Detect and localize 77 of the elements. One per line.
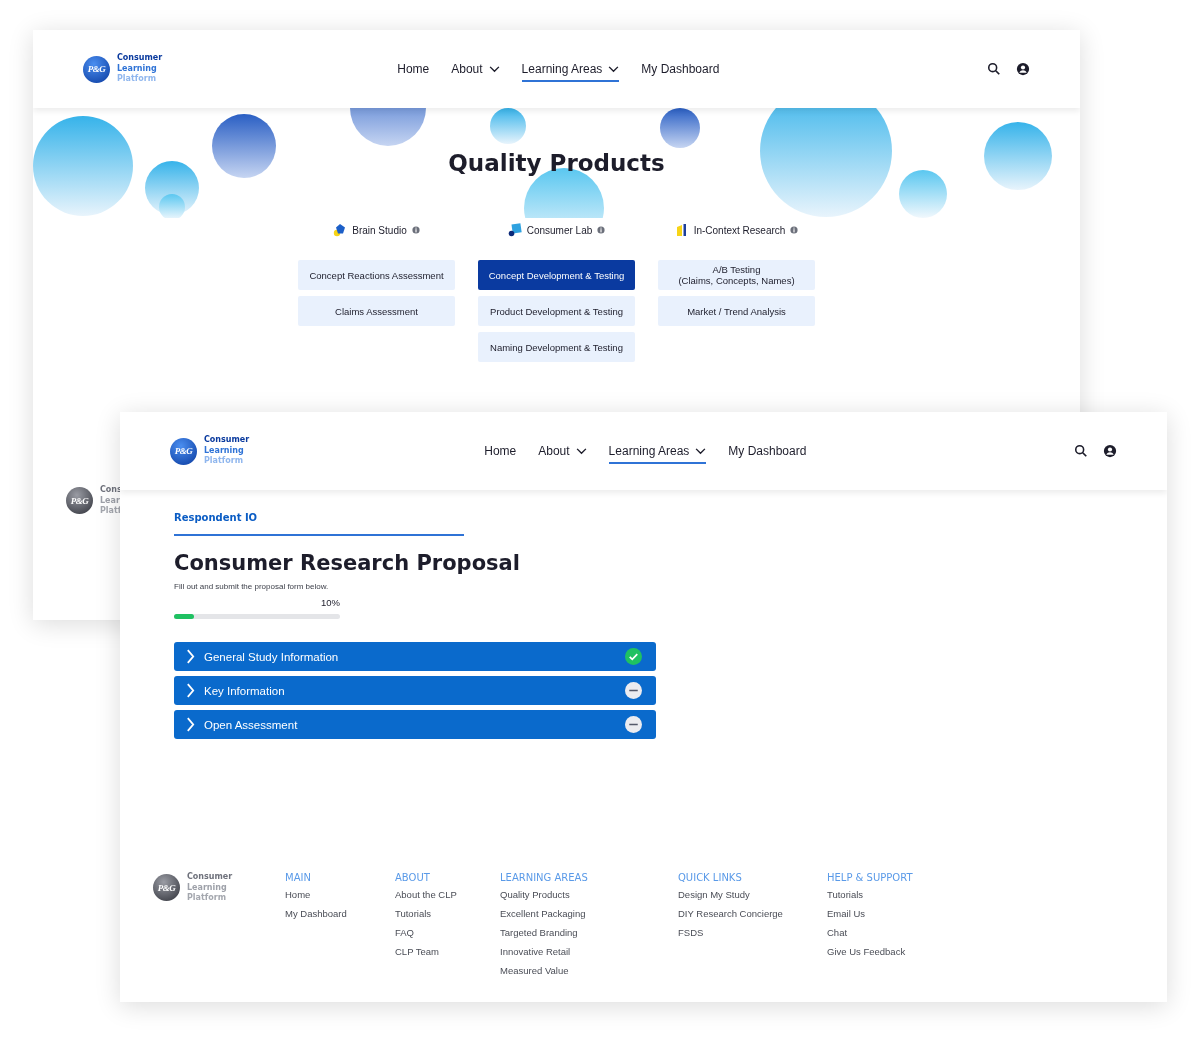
option-button[interactable]: Claims Assessment: [298, 296, 455, 326]
footer-link[interactable]: Home: [285, 888, 395, 902]
logo-text: Learning: [117, 63, 158, 74]
logo-mark[interactable]: P&G: [153, 874, 180, 902]
option-button[interactable]: Concept Reactions Assessment: [298, 260, 455, 290]
footer-heading: ABOUT: [395, 872, 431, 883]
option-button[interactable]: Concept Development & Testing: [478, 260, 635, 290]
category-title: In-Context Research: [693, 224, 786, 236]
footer-link[interactable]: FAQ: [395, 926, 500, 940]
footer-link[interactable]: Measured Value: [500, 964, 678, 978]
logo-mark[interactable]: P&G: [170, 437, 197, 465]
footer-link[interactable]: My Dashboard: [285, 907, 395, 921]
footer-link[interactable]: Excellent Packaging: [500, 907, 678, 921]
nav-link[interactable]: My Dashboard: [641, 56, 720, 82]
page-title: Quality Products: [448, 150, 665, 176]
chevron-icon: [186, 717, 195, 732]
footer-heading: HELP & SUPPORT: [827, 872, 914, 883]
nav-link[interactable]: Home: [397, 56, 430, 82]
footer-heading: LEARNING AREAS: [500, 872, 589, 883]
form-title: Consumer Research Proposal: [174, 551, 521, 575]
section-header[interactable]: Open Assessment: [174, 710, 656, 739]
logo-text: Platf: [100, 506, 122, 517]
logo-text: Consumer: [204, 435, 250, 446]
bars-icon: [674, 223, 689, 237]
chevron-icon: [186, 683, 195, 698]
square-icon: [507, 223, 522, 237]
footer-link[interactable]: FSDS: [678, 926, 827, 940]
nav-link[interactable]: My Dashboard: [728, 438, 807, 464]
user-icon[interactable]: [1103, 444, 1117, 458]
footer-link[interactable]: Design My Study: [678, 888, 827, 902]
logo-text: Platform: [117, 74, 158, 85]
option-button[interactable]: A/B Testing (Claims, Concepts, Names): [658, 260, 815, 290]
footer-link[interactable]: Quality Products: [500, 888, 678, 902]
nav-link[interactable]: About: [451, 56, 500, 82]
section-header[interactable]: General Study Information: [174, 642, 656, 671]
search-icon[interactable]: [987, 62, 1001, 76]
user-icon[interactable]: [1016, 62, 1030, 76]
footer-link[interactable]: Innovative Retail: [500, 945, 678, 959]
logo-mark: P&G: [66, 487, 93, 515]
pentagon-icon: [333, 223, 348, 237]
logo-text: Learning: [187, 882, 228, 893]
logo-text: Learning: [204, 445, 245, 456]
section-header[interactable]: Key Information: [174, 676, 656, 705]
option-button[interactable]: Market / Trend Analysis: [658, 296, 815, 326]
footer-link[interactable]: DIY Research Concierge: [678, 907, 827, 921]
option-button[interactable]: Product Development & Testing: [478, 296, 635, 326]
info-icon[interactable]: [790, 226, 799, 234]
footer-link[interactable]: Tutorials: [827, 888, 937, 902]
footer-link[interactable]: Chat: [827, 926, 937, 940]
option-button[interactable]: Naming Development & Testing: [478, 332, 635, 362]
breadcrumb: Respondent IO: [174, 512, 259, 523]
footer-link[interactable]: CLP Team: [395, 945, 500, 959]
logo-text: Consumer: [187, 872, 233, 883]
footer-link[interactable]: About the CLP: [395, 888, 500, 902]
nav-link[interactable]: About: [538, 438, 587, 464]
info-icon[interactable]: [597, 226, 606, 234]
footer-link[interactable]: Targeted Branding: [500, 926, 678, 940]
logo-mark[interactable]: P&G: [83, 55, 110, 83]
progress-reading: 10%: [321, 597, 340, 608]
form-subtitle: Fill out and submit the proposal form below.: [174, 582, 330, 591]
footer-heading: QUICK LINKS: [678, 872, 743, 883]
footer-link[interactable]: Tutorials: [395, 907, 500, 921]
category-title: Brain Studio: [352, 224, 407, 236]
footer-link[interactable]: Give Us Feedback: [827, 945, 937, 959]
footer-link[interactable]: Email Us: [827, 907, 937, 921]
chevron-icon: [186, 649, 195, 664]
category-title: Consumer Lab: [526, 224, 593, 236]
footer-heading: MAIN: [285, 872, 312, 883]
logo-text: Platform: [204, 456, 245, 467]
nav-link[interactable]: Learning Areas: [521, 56, 620, 82]
logo-text: Platform: [187, 893, 228, 904]
logo-text: Lear: [100, 495, 121, 506]
search-icon[interactable]: [1074, 444, 1088, 458]
nav-link[interactable]: Learning Areas: [608, 438, 707, 464]
info-icon[interactable]: [411, 226, 420, 234]
logo-text: Consumer: [117, 53, 163, 64]
nav-link[interactable]: Home: [484, 438, 517, 464]
